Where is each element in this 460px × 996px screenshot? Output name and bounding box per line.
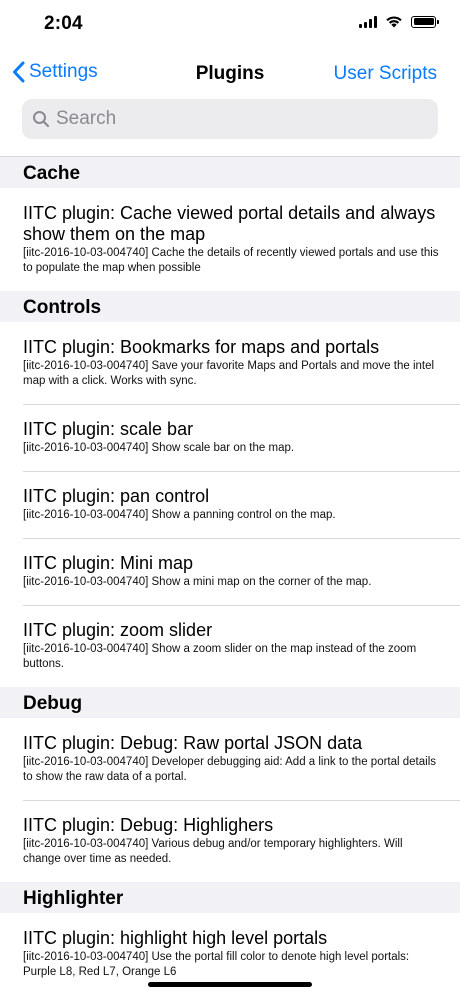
back-button[interactable]: Settings (12, 61, 98, 83)
plugin-title: IITC plugin: zoom slider (23, 620, 213, 640)
plugin-description: [iitc-2016-10-03-004740] Show a zoom sli… (23, 643, 417, 670)
plugin-description: [iitc-2016-10-03-004740] Developer debug… (23, 756, 437, 783)
plugin-description: [iitc-2016-10-03-004740] Show a panning … (23, 509, 336, 521)
status-icons (359, 15, 439, 28)
section-header-controls: Controls (0, 291, 460, 322)
plugin-description: [iitc-2016-10-03-004740] Save your favor… (23, 360, 435, 387)
back-button-label: Settings (29, 61, 98, 82)
plugin-description: [iitc-2016-10-03-004740] Show a mini map… (23, 576, 372, 588)
status-bar: 2:04 (0, 0, 460, 50)
plugin-title: IITC plugin: Debug: Raw portal JSON data (23, 733, 363, 753)
plugin-title: IITC plugin: Bookmarks for maps and port… (23, 337, 380, 357)
plugin-row[interactable]: IITC plugin: scale bar [iitc-2016-10-03-0… (0, 404, 460, 471)
search-bar[interactable] (22, 99, 438, 139)
plugin-title: IITC plugin: pan control (23, 486, 210, 506)
status-time: 2:04 (44, 13, 83, 34)
wifi-icon (386, 16, 402, 28)
home-indicator (148, 982, 312, 987)
signal-icon (359, 15, 377, 28)
plugin-row[interactable]: IITC plugin: pan control [iitc-2016-10-03… (0, 471, 460, 538)
plugin-row[interactable]: IITC plugin: Bookmarks for maps and port… (0, 322, 460, 404)
plugin-title: IITC plugin: Debug: Highlighers (23, 815, 274, 835)
plugin-description: [iitc-2016-10-03-004740] Show scale bar … (23, 442, 295, 454)
plugin-row[interactable]: IITC plugin: Debug: Raw portal JSON data… (0, 718, 460, 800)
plugin-description: [iitc-2016-10-03-004740] Use the portal … (23, 951, 410, 978)
plugin-title: IITC plugin: highlight high level portal… (23, 928, 328, 948)
plugin-title: IITC plugin: Mini map (23, 553, 194, 573)
battery-icon (411, 15, 439, 28)
plugin-row[interactable]: IITC plugin: Cache viewed portal details… (0, 188, 460, 291)
plugin-title: IITC plugin: scale bar (23, 419, 194, 439)
plugin-description: [iitc-2016-10-03-004740] Various debug a… (23, 838, 403, 865)
search-icon (33, 111, 50, 128)
plugin-row[interactable]: IITC plugin: zoom slider [iitc-2016-10-03… (0, 605, 460, 687)
user-scripts-button[interactable]: User Scripts (334, 63, 437, 85)
chevron-left-icon (13, 61, 25, 83)
section-header-debug: Debug (0, 687, 460, 718)
navigation-bar: Settings Plugins User Scripts (0, 52, 460, 96)
plugin-description: [iitc-2016-10-03-004740] Cache the detai… (23, 247, 439, 274)
plugin-row[interactable]: IITC plugin: Mini map [iitc-2016-10-03-00… (0, 538, 460, 605)
section-header-highlighter: Highlighter (0, 882, 460, 913)
plugin-title: IITC plugin: Cache viewed portal details… (23, 203, 436, 244)
plugin-row[interactable]: IITC plugin: Debug: Highlighers [iitc-201… (0, 800, 460, 882)
plugin-list: Cache IITC plugin: Cache viewed portal de… (0, 156, 460, 995)
section-header-cache: Cache (0, 157, 460, 188)
search-input[interactable] (56, 108, 416, 130)
